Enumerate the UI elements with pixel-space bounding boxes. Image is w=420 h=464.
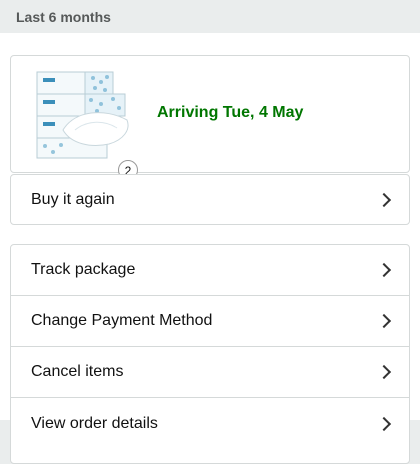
- cancel-items-button[interactable]: Cancel items: [11, 347, 409, 398]
- order-actions-list: Track package Change Payment Method Canc…: [10, 244, 410, 464]
- track-package-button[interactable]: Track package: [11, 245, 409, 296]
- view-order-details-button[interactable]: View order details: [11, 398, 409, 449]
- orders-content: 2 Arriving Tue, 4 May Buy it again Track…: [0, 33, 420, 464]
- action-label: Track package: [31, 261, 136, 278]
- arrival-status: Arriving Tue, 4 May: [157, 104, 304, 121]
- section-title: Last 6 months: [16, 8, 111, 25]
- buy-again-label: Buy it again: [31, 190, 115, 208]
- chevron-right-icon: [376, 364, 392, 380]
- chevron-right-icon: [376, 192, 392, 207]
- action-label: Cancel items: [31, 363, 124, 380]
- chevron-right-icon: [376, 262, 392, 278]
- action-label: Change Payment Method: [31, 312, 213, 329]
- chevron-right-icon: [376, 313, 392, 329]
- tissue-box-product-image: [36, 71, 129, 159]
- chevron-right-icon: [376, 416, 392, 431]
- change-payment-method-button[interactable]: Change Payment Method: [11, 296, 409, 347]
- action-label: View order details: [31, 414, 158, 432]
- order-card[interactable]: 2 Arriving Tue, 4 May: [10, 55, 410, 180]
- buy-again-button[interactable]: Buy it again: [10, 174, 410, 225]
- section-header: Last 6 months: [0, 0, 420, 33]
